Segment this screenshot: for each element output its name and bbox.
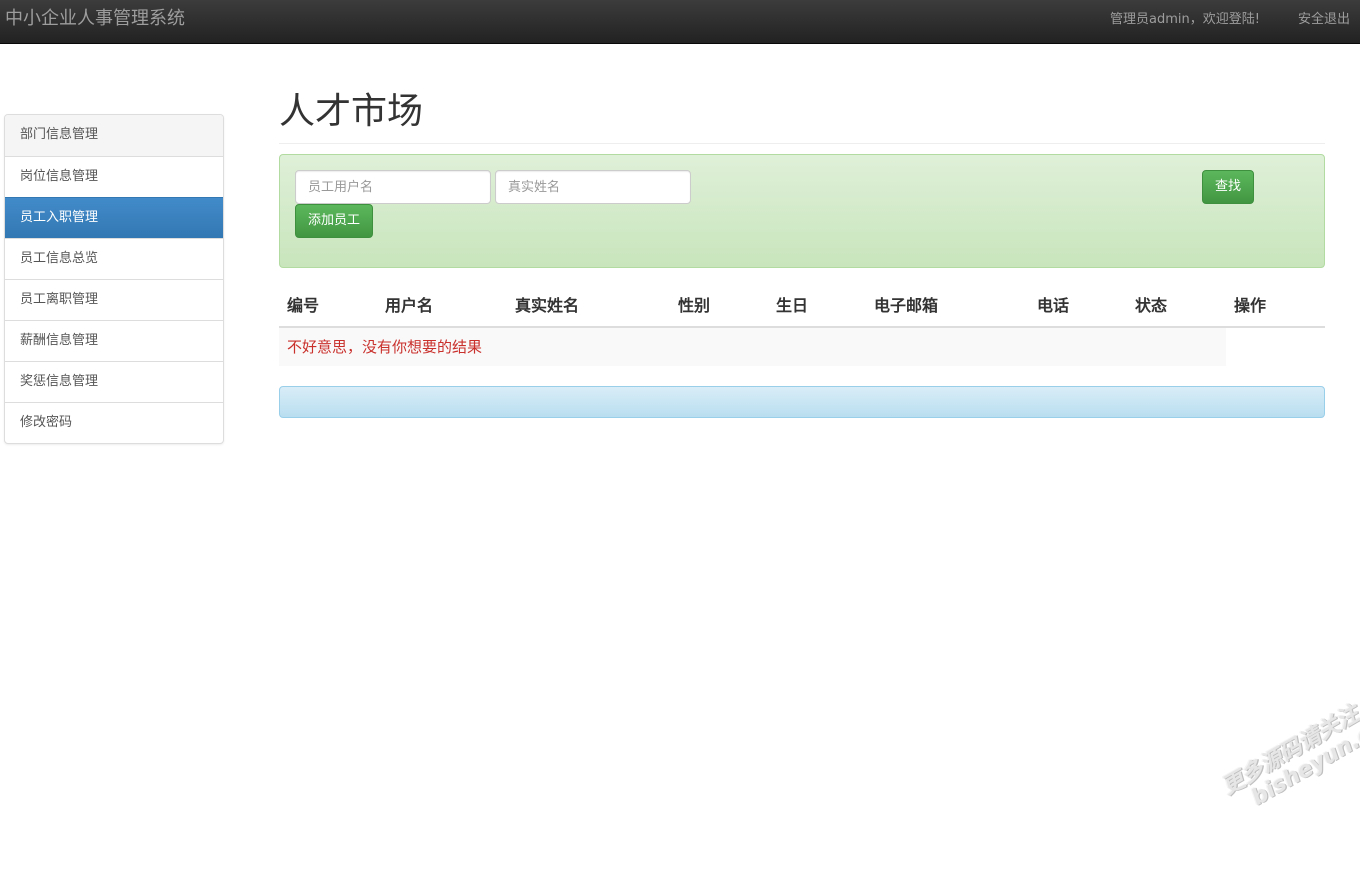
column-header-phone: 电话	[1037, 296, 1070, 315]
sidebar-item-department[interactable]: 部门信息管理	[5, 115, 223, 156]
add-employee-button[interactable]: 添加员工	[295, 204, 374, 238]
table-header: 编号 用户名 真实姓名 性别 生日 电子邮箱 电话 状态 操作	[279, 286, 1325, 328]
search-panel: 查找 添加员工	[279, 154, 1325, 268]
column-header-gender: 性别	[678, 296, 711, 315]
pagination-bar	[279, 386, 1325, 418]
table-empty-row: 不好意思，没有你想要的结果	[279, 328, 1226, 366]
title-divider	[279, 143, 1325, 144]
username-search-input[interactable]	[295, 170, 491, 204]
column-header-status: 状态	[1135, 296, 1168, 315]
navbar-right: 管理员admin，欢迎登陆! 安全退出	[1110, 11, 1350, 29]
sidebar-item-resignation[interactable]: 员工离职管理	[5, 279, 223, 320]
column-header-actions: 操作	[1234, 296, 1267, 315]
sidebar-item-salary[interactable]: 薪酬信息管理	[5, 320, 223, 361]
top-navbar: 中小企业人事管理系统 管理员admin，欢迎登陆! 安全退出	[0, 0, 1360, 44]
search-button[interactable]: 查找	[1202, 170, 1255, 204]
column-header-id: 编号	[287, 296, 320, 315]
empty-result-message: 不好意思，没有你想要的结果	[287, 338, 483, 356]
sidebar-item-position[interactable]: 岗位信息管理	[5, 156, 223, 197]
column-header-username: 用户名	[385, 296, 434, 315]
sidebar-menu: 部门信息管理 岗位信息管理 员工入职管理 员工信息总览 员工离职管理 薪酬信息管…	[4, 114, 224, 444]
watermark: 更多源码请关注 bisheyun.org	[1190, 648, 1360, 826]
logout-link[interactable]: 安全退出	[1298, 11, 1350, 29]
sidebar-item-change-password[interactable]: 修改密码	[5, 402, 223, 443]
sidebar-item-employee-overview[interactable]: 员工信息总览	[5, 238, 223, 279]
page-title: 人才市场	[279, 91, 424, 132]
column-header-realname: 真实姓名	[515, 296, 580, 315]
sidebar-item-rewards[interactable]: 奖惩信息管理	[5, 361, 223, 402]
realname-search-input[interactable]	[495, 170, 691, 204]
welcome-text: 管理员admin，欢迎登陆!	[1110, 12, 1260, 27]
column-header-email: 电子邮箱	[874, 296, 939, 315]
sidebar-item-onboarding[interactable]: 员工入职管理	[5, 197, 223, 238]
column-header-birthday: 生日	[776, 296, 809, 315]
app-brand[interactable]: 中小企业人事管理系统	[5, 8, 185, 30]
